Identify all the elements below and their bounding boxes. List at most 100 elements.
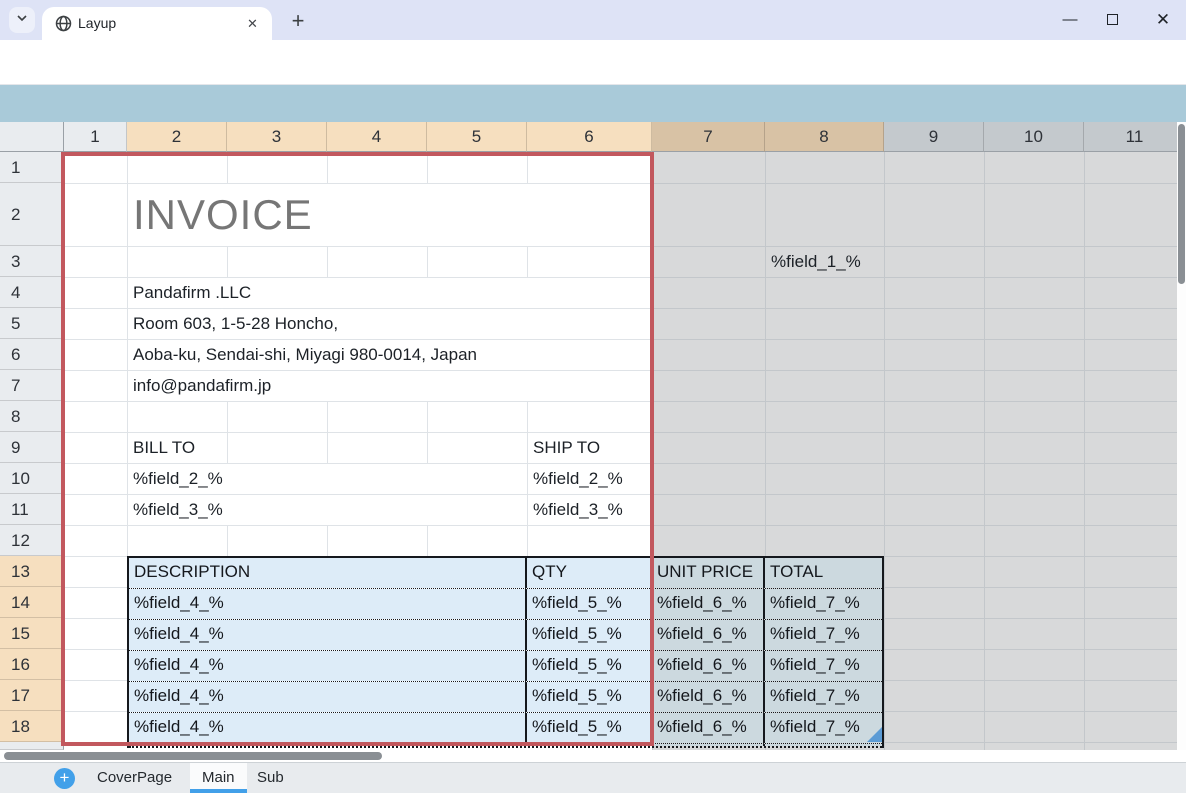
cell-field-1[interactable]: %field_1_% xyxy=(771,246,861,277)
cell-total[interactable]: %field_7_% xyxy=(765,651,882,681)
column-header-2[interactable]: 2 xyxy=(127,122,227,152)
cell-qty[interactable]: %field_5_% xyxy=(527,713,652,743)
cell-description[interactable]: %field_4_% xyxy=(129,589,527,619)
cell-total[interactable]: %field_7_% xyxy=(765,620,882,650)
cell-description[interactable]: %field_4_% xyxy=(129,682,527,712)
browser-tab-layup[interactable]: Layup ✕ xyxy=(42,7,272,40)
row-header-4[interactable]: 4 xyxy=(0,277,64,308)
row-header-5[interactable]: 5 xyxy=(0,308,64,339)
cell-email[interactable]: info@pandafirm.jp xyxy=(133,370,271,401)
gridline-v xyxy=(884,152,885,750)
gridline-v xyxy=(427,246,428,277)
row-header-2[interactable]: 2 xyxy=(0,183,64,246)
table-row: %field_4_% %field_5_% %field_6_% %field_… xyxy=(129,713,882,744)
cell-description[interactable]: %field_4_% xyxy=(129,713,527,743)
column-header-10[interactable]: 10 xyxy=(984,122,1084,152)
column-header-1[interactable]: 1 xyxy=(64,122,127,152)
cell-unit-price[interactable]: %field_6_% xyxy=(652,589,765,619)
cell-qty[interactable]: %field_5_% xyxy=(527,651,652,681)
row-header-8[interactable]: 8 xyxy=(0,401,64,432)
gridline-v xyxy=(227,525,228,556)
column-header-9[interactable]: 9 xyxy=(884,122,984,152)
cell-bill-to[interactable]: BILL TO xyxy=(133,432,195,463)
row-header-18[interactable]: 18 xyxy=(0,711,64,742)
cell-unit-price[interactable]: %field_6_% xyxy=(652,651,765,681)
table-header-row: DESCRIPTION QTY UNIT PRICE TOTAL xyxy=(129,558,882,589)
window-close-button[interactable]: ✕ xyxy=(1152,10,1174,30)
row-header-10[interactable]: 10 xyxy=(0,463,64,494)
row-header-1[interactable]: 1 xyxy=(0,152,64,183)
row-header-7[interactable]: 7 xyxy=(0,370,64,401)
cell-bill-field-3[interactable]: %field_3_% xyxy=(133,494,223,525)
row-header-13[interactable]: 13 xyxy=(0,556,64,587)
tab-close-icon[interactable]: ✕ xyxy=(243,14,262,33)
cell-company-name[interactable]: Pandafirm .LLC xyxy=(133,277,251,308)
grid-corner-cell[interactable] xyxy=(0,122,64,152)
cell-description[interactable]: %field_4_% xyxy=(129,620,527,650)
gridline-v xyxy=(327,152,328,183)
column-header-11[interactable]: 11 xyxy=(1084,122,1186,152)
row-header-17[interactable]: 17 xyxy=(0,680,64,711)
table-header-total[interactable]: TOTAL xyxy=(765,558,882,588)
selection-fill-handle[interactable] xyxy=(867,727,882,742)
cell-ship-to[interactable]: SHIP TO xyxy=(533,432,600,463)
cell-total[interactable]: %field_7_% xyxy=(765,713,882,743)
vertical-scrollbar-thumb[interactable] xyxy=(1178,124,1185,284)
cell-address-line-1[interactable]: Room 603, 1-5-28 Honcho, xyxy=(133,308,338,339)
cell-unit-price[interactable]: %field_6_% xyxy=(652,682,765,712)
row-header-3[interactable]: 3 xyxy=(0,246,64,277)
column-header-4[interactable]: 4 xyxy=(327,122,427,152)
row-header-partial xyxy=(0,742,64,750)
sheet-tab-sub[interactable]: Sub xyxy=(257,763,284,793)
row-header-14[interactable]: 14 xyxy=(0,587,64,618)
sheet-tab-bar: + CoverPage Main Sub xyxy=(0,762,1186,793)
window-maximize-button[interactable] xyxy=(1107,14,1118,25)
cell-unit-price[interactable]: %field_6_% xyxy=(652,620,765,650)
cell-address-line-2[interactable]: Aoba-ku, Sendai-shi, Miyagi 980-0014, Ja… xyxy=(133,339,477,370)
tab-search-chevron-button[interactable] xyxy=(9,7,35,33)
row-header-15[interactable]: 15 xyxy=(0,618,64,649)
cell-total[interactable]: %field_7_% xyxy=(765,682,882,712)
table-row: %field_4_% %field_5_% %field_6_% %field_… xyxy=(129,651,882,682)
tab-title: Layup xyxy=(78,7,116,40)
column-header-7[interactable]: 7 xyxy=(652,122,765,152)
table-header-unit-price[interactable]: UNIT PRICE xyxy=(652,558,765,588)
browser-window: Layup ✕ + — ✕ ← → ⟳ ⌂ layup.pandafirm.jp… xyxy=(0,0,1186,793)
row-header-6[interactable]: 6 xyxy=(0,339,64,370)
sheet-tab-coverpage[interactable]: CoverPage xyxy=(97,763,172,793)
gridline-v xyxy=(227,246,228,277)
spreadsheet-grid: 1 2 3 4 5 6 7 8 9 10 11 1 2 3 4 5 6 7 8 … xyxy=(0,122,1186,750)
add-sheet-button[interactable]: + xyxy=(54,768,75,789)
gridline-v xyxy=(527,152,528,183)
row-header-12[interactable]: 12 xyxy=(0,525,64,556)
table-header-description[interactable]: DESCRIPTION xyxy=(129,558,527,588)
row-header-9[interactable]: 9 xyxy=(0,432,64,463)
cell-qty[interactable]: %field_5_% xyxy=(527,620,652,650)
table-header-qty[interactable]: QTY xyxy=(527,558,652,588)
window-minimize-button[interactable]: — xyxy=(1059,10,1081,30)
cell-unit-price[interactable]: %field_6_% xyxy=(652,713,765,743)
new-tab-button[interactable]: + xyxy=(284,8,312,36)
column-header-8[interactable]: 8 xyxy=(765,122,884,152)
cell-ship-field-2[interactable]: %field_2_% xyxy=(533,463,623,494)
row-header-16[interactable]: 16 xyxy=(0,649,64,680)
column-header-5[interactable]: 5 xyxy=(427,122,527,152)
gridline-v xyxy=(527,401,528,556)
cell-total[interactable]: %field_7_% xyxy=(765,589,882,619)
gridline-v xyxy=(227,152,228,183)
column-header-6[interactable]: 6 xyxy=(527,122,652,152)
cell-ship-field-3[interactable]: %field_3_% xyxy=(533,494,623,525)
globe-favicon-icon xyxy=(55,15,72,32)
horizontal-scrollbar-thumb[interactable] xyxy=(4,752,382,760)
cell-invoice-title[interactable]: INVOICE xyxy=(133,183,313,246)
active-sheet-tab-underline xyxy=(190,789,247,793)
row-header-11[interactable]: 11 xyxy=(0,494,64,525)
cell-bill-field-2[interactable]: %field_2_% xyxy=(133,463,223,494)
gridline-v xyxy=(327,246,328,277)
gridline-v xyxy=(427,401,428,463)
cell-qty[interactable]: %field_5_% xyxy=(527,682,652,712)
cell-qty[interactable]: %field_5_% xyxy=(527,589,652,619)
column-header-3[interactable]: 3 xyxy=(227,122,327,152)
cell-description[interactable]: %field_4_% xyxy=(129,651,527,681)
gridline-v xyxy=(127,152,128,556)
